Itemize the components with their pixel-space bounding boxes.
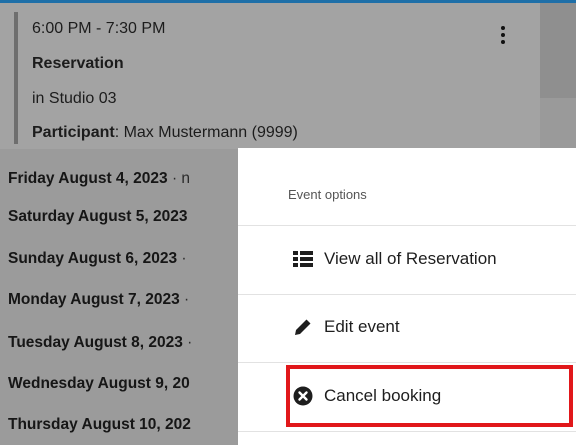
divider <box>238 294 576 295</box>
day-label: Sunday August 6, 2023 <box>8 250 178 267</box>
cancel-booking-highlight <box>286 365 573 427</box>
view-all-reservation-item[interactable]: View all of Reservation <box>292 248 497 270</box>
participant-label: Participant <box>32 124 115 141</box>
divider <box>238 225 576 226</box>
day-row[interactable]: Saturday August 5, 2023 <box>8 208 187 226</box>
day-row[interactable]: Monday August 7, 2023 · <box>8 291 189 309</box>
day-suffix: · n <box>167 170 191 187</box>
day-row[interactable]: Thursday August 10, 202 <box>8 416 191 434</box>
divider <box>238 362 576 363</box>
divider <box>238 431 576 432</box>
day-row[interactable]: Tuesday August 8, 2023 · <box>8 334 192 352</box>
pencil-icon <box>292 316 314 338</box>
view-all-label: View all of Reservation <box>324 249 497 268</box>
day-row[interactable]: Sunday August 6, 2023 · <box>8 250 187 268</box>
day-label: Tuesday August 8, 2023 <box>8 334 183 351</box>
edit-event-item[interactable]: Edit event <box>292 316 400 338</box>
popup-header: Event options <box>288 187 367 202</box>
event-location: in Studio 03 <box>32 90 117 107</box>
day-label: Thursday August 10, 202 <box>8 416 191 433</box>
day-label: Monday August 7, 2023 <box>8 291 180 308</box>
event-time: 6:00 PM - 7:30 PM <box>32 20 166 37</box>
list-icon <box>292 248 314 270</box>
side-panel-edge-lower <box>540 98 576 148</box>
day-label: Friday August 4, 2023 <box>8 170 168 187</box>
event-participant: Participant: Max Mustermann (9999) <box>32 124 298 142</box>
side-panel-edge <box>540 3 576 98</box>
more-options-icon[interactable] <box>492 22 514 48</box>
day-label: Wednesday August 9, 20 <box>8 375 190 392</box>
edit-event-label: Edit event <box>324 317 400 336</box>
day-row[interactable]: Wednesday August 9, 20 <box>8 375 190 393</box>
day-suffix: · <box>177 250 187 267</box>
day-row[interactable]: Friday August 4, 2023 · n <box>8 170 190 188</box>
event-color-bar <box>14 12 18 144</box>
day-suffix: · <box>179 291 190 308</box>
day-label: Saturday August 5, 2023 <box>8 208 188 225</box>
event-title: Reservation <box>32 55 124 72</box>
participant-value: : Max Mustermann (9999) <box>114 124 298 141</box>
day-suffix: · <box>182 334 193 351</box>
